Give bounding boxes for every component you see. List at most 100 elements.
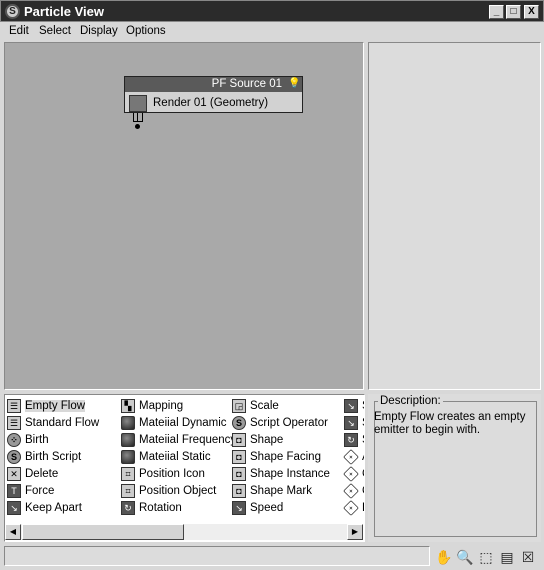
- depot-item[interactable]: ☰ Standard Flow: [7, 415, 99, 431]
- depot-item-label: Force: [25, 485, 55, 497]
- depot-item-label: Shape: [250, 434, 284, 446]
- position-icon: ⌗: [121, 467, 135, 481]
- rotation-icon: ↻: [344, 433, 358, 447]
- depot-item[interactable]: ↘ Speed: [232, 500, 283, 516]
- depot-item[interactable]: ⌗ Position Icon: [121, 466, 205, 482]
- output-connector-line: [137, 113, 138, 122]
- material-icon: [121, 416, 135, 430]
- speed-icon: ↘: [7, 501, 21, 515]
- pan-icon[interactable]: ✋: [435, 548, 453, 566]
- shape-icon: ◘: [232, 484, 246, 498]
- flow-icon: ☰: [7, 416, 21, 430]
- depot-item[interactable]: +A: [343, 449, 364, 465]
- depot-item-label: Rotation: [139, 502, 182, 514]
- depot-item[interactable]: ▚ Mapping: [121, 398, 183, 414]
- description-text: Empty Flow creates an empty emitter to b…: [374, 411, 526, 436]
- depot-item[interactable]: ↻ Rotation: [121, 500, 182, 516]
- mapping-icon: ▚: [121, 399, 135, 413]
- birth-icon: ⁘: [7, 433, 21, 447]
- menu-display[interactable]: Display: [80, 25, 118, 37]
- speed-icon: ↘: [344, 399, 358, 413]
- speed-icon: ↘: [232, 501, 246, 515]
- light-bulb-icon[interactable]: 💡: [288, 78, 300, 90]
- depot-item[interactable]: ◘ Shape Mark: [232, 483, 312, 499]
- depot-item-label: S: [362, 434, 364, 446]
- maximize-button[interactable]: □: [506, 5, 521, 19]
- render-icon: [129, 95, 147, 112]
- depot-item-label: Shape Facing: [250, 451, 321, 463]
- depot-item[interactable]: ☰ Empty Flow: [7, 398, 86, 414]
- script-icon: S: [7, 450, 21, 464]
- depot-item-label: Speed: [250, 502, 284, 514]
- depot-item-label: Mateiial Frequency: [139, 434, 237, 446]
- menu-bar: Edit Select Display Options: [0, 22, 544, 41]
- depot-item[interactable]: ⁘ Birth: [7, 432, 49, 448]
- no-zoom-icon[interactable]: ☒: [519, 548, 537, 566]
- event-title[interactable]: PF Source 01: [125, 77, 302, 92]
- depot-item[interactable]: Mateiial Frequency: [121, 432, 236, 448]
- force-icon: T: [7, 484, 21, 498]
- depot-list[interactable]: ☰ Empty Flow ☰ Standard Flow ⁘ Birth S Birth Sc…: [4, 394, 365, 542]
- event-node[interactable]: PF Source 01 💡 Render 01 (Geometry): [124, 76, 303, 113]
- depot-item[interactable]: ↘ Keep Apart: [7, 500, 82, 516]
- depot-item-label: Standard Flow: [25, 417, 100, 429]
- shape-icon: ◘: [232, 433, 246, 447]
- menu-options[interactable]: Options: [126, 25, 166, 37]
- shape-icon: ◘: [232, 467, 246, 481]
- depot-item[interactable]: ↘S: [344, 415, 364, 431]
- operator-render[interactable]: Render 01 (Geometry): [153, 97, 268, 109]
- speed-icon: ↘: [344, 416, 358, 430]
- menu-edit[interactable]: Edit: [9, 25, 29, 37]
- test-icon: +: [343, 483, 359, 499]
- depot-item[interactable]: ◘ Shape Facing: [232, 449, 321, 465]
- depot-item-label: C: [362, 468, 364, 480]
- depot-item[interactable]: Mateiial Dynamic: [121, 415, 227, 431]
- depot-item-label: Delete: [25, 468, 59, 480]
- depot-item[interactable]: T Force: [7, 483, 54, 499]
- scroll-thumb[interactable]: [22, 524, 184, 540]
- app-logo-icon: S: [5, 4, 20, 19]
- depot-item[interactable]: ✕ Delete: [7, 466, 58, 482]
- scroll-right-button[interactable]: ▶: [347, 524, 363, 540]
- depot-item-label: Mapping: [139, 400, 184, 412]
- shape-icon: ◘: [232, 450, 246, 464]
- depot-horizontal-scrollbar[interactable]: ◀ ▶: [5, 524, 363, 540]
- depot-item[interactable]: ↘S: [344, 398, 364, 414]
- depot-item[interactable]: ⌗ Position Object: [121, 483, 216, 499]
- depot-item-label: Keep Apart: [25, 502, 82, 514]
- depot-item-label: F: [362, 502, 364, 514]
- connector-dot[interactable]: [135, 124, 140, 129]
- depot-item[interactable]: ◘ Shape: [232, 432, 283, 448]
- depot-item[interactable]: ◲ Scale: [232, 398, 279, 414]
- depot-item-label: S: [362, 417, 364, 429]
- output-connector[interactable]: [133, 113, 143, 122]
- close-button[interactable]: X: [524, 5, 539, 19]
- script-icon: S: [232, 416, 246, 430]
- material-icon: [121, 433, 135, 447]
- depot-item[interactable]: S Script Operator: [232, 415, 328, 431]
- scroll-left-button[interactable]: ◀: [5, 524, 21, 540]
- minimize-button[interactable]: _: [489, 5, 504, 19]
- depot-item-label: Mateiial Static: [139, 451, 211, 463]
- zoom-extents-icon[interactable]: ▤: [498, 548, 516, 566]
- test-icon: +: [343, 449, 359, 465]
- depot-item[interactable]: S Birth Script: [7, 449, 81, 465]
- depot-item-label: C: [362, 485, 364, 497]
- depot-item-label: Empty Flow: [25, 400, 86, 412]
- depot-item[interactable]: ↻S: [344, 432, 364, 448]
- depot-item-label: S: [362, 400, 364, 412]
- depot-item[interactable]: Mateiial Static: [121, 449, 211, 465]
- depot-item[interactable]: +F: [343, 500, 364, 516]
- depot-item-label: Position Icon: [139, 468, 205, 480]
- zoom-icon[interactable]: 🔍: [456, 548, 474, 566]
- material-icon: [121, 450, 135, 464]
- depot-item[interactable]: ◘ Shape Instance: [232, 466, 330, 482]
- depot-item[interactable]: +C: [343, 483, 364, 499]
- menu-select[interactable]: Select: [39, 25, 71, 37]
- depot-item-label: A: [362, 451, 364, 463]
- zoom-region-icon[interactable]: ⬚: [477, 548, 495, 566]
- depot-item-label: Script Operator: [250, 417, 328, 429]
- depot-item-label: Shape Instance: [250, 468, 330, 480]
- depot-item[interactable]: +C: [343, 466, 364, 482]
- test-icon: +: [343, 466, 359, 482]
